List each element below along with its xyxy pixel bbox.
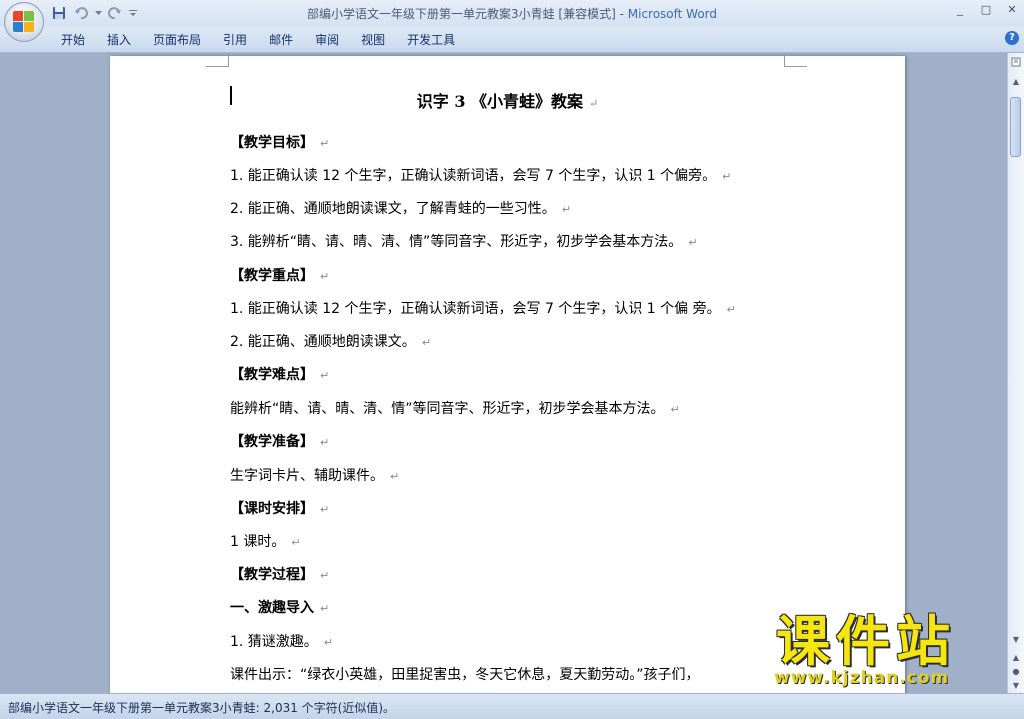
help-button[interactable]: ? [1005,31,1019,45]
tab-home[interactable]: 开始 [50,31,96,48]
paragraph-line[interactable]: 1. 能正确认读 12 个生字，正确认读新词语，会写 7 个生字，认识 1 个偏… [230,298,736,318]
window-title: 部编小学语文一年级下册第一单元教案3小青蛙 [兼容模式] - Microsoft… [0,5,1024,22]
paragraph-mark: ↵ [320,369,330,382]
document-page[interactable]: 识字 3 《小青蛙》教案 ↵ 【教学目标】 ↵ 1. 能正确认读 12 个生字，正确认… [110,53,905,693]
paragraph-mark: ↵ [320,602,330,615]
minimize-button[interactable]: _ [952,2,968,18]
paragraph-mark: ↵ [561,203,572,216]
line-text: 生字词卡片、辅助课件。 [230,468,384,484]
section-heading[interactable]: 【教学难点】 ↵ [230,364,329,384]
tab-insert[interactable]: 插入 [96,31,142,48]
paragraph-mark: ↵ [688,236,698,249]
scroll-up-button[interactable]: ▲ [1009,75,1023,89]
line-text: 能辨析“睛、请、晴、清、情”等同音字、形近字，初步学会基本方法。 [230,401,665,417]
paragraph-mark: ↵ [726,303,736,316]
section-heading[interactable]: 一、激趣导入 ↵ [230,597,329,617]
window-controls: _ □ ✕ [952,2,1020,18]
ribbon-tabs: 开始 插入 页面布局 引用 邮件 审阅 视图 开发工具 [50,31,466,48]
tab-mailings[interactable]: 邮件 [258,31,304,48]
paragraph-mark: ↵ [320,569,330,582]
scrollbar-thumb[interactable] [1010,97,1021,157]
paragraph-mark: ↵ [390,470,400,483]
line-text: 【教学重点】 [230,268,314,284]
paragraph-line[interactable]: 生字词卡片、辅助课件。 ↵ [230,465,399,485]
watermark-url: www.kjzhan.com [774,668,950,688]
paragraph-mark: ↵ [722,170,732,183]
watermark-main-text: 课件站 [776,610,956,673]
ribbon-tabs-bar: 开始 插入 页面布局 引用 邮件 审阅 视图 开发工具 ? [0,26,1024,53]
crop-mark-right [784,53,807,67]
tab-page-layout[interactable]: 页面布局 [142,31,212,48]
line-text: 1. 能正确认读 12 个生字，正确认读新词语，会写 7 个生字，认识 1 个偏… [230,301,721,317]
line-text: 【教学过程】 [230,567,314,583]
title-bar: 部编小学语文一年级下册第一单元教案3小青蛙 [兼容模式] - Microsoft… [0,0,1024,26]
section-heading[interactable]: 【课时安排】 ↵ [230,498,329,518]
document-workspace: 识字 3 《小青蛙》教案 ↵ 【教学目标】 ↵ 1. 能正确认读 12 个生字，正确认… [0,53,1007,693]
line-text: 1. 能正确认读 12 个生字，正确认读新词语，会写 7 个生字，认识 1 个偏… [230,168,717,184]
line-text: 2. 能正确、通顺地朗读课文。 [230,334,416,350]
paragraph-mark: ↵ [589,97,599,110]
line-text: 【教学难点】 [230,367,314,383]
line-text: 1 课时。 [230,534,286,550]
paragraph-line[interactable]: 1 课时。 ↵ [230,531,301,551]
paragraph-mark: ↵ [320,436,330,449]
line-text: 一、激趣导入 [230,600,314,616]
tab-references[interactable]: 引用 [212,31,258,48]
document-title-text: 识字 3 《小青蛙》教案 [416,92,584,111]
ruler-toggle-button[interactable] [1009,57,1023,71]
paragraph-line[interactable]: 课件出示：“绿衣小英雄，田里捉害虫，冬天它休息，夏天勤劳动。”孩子们， [230,664,700,684]
paragraph-mark: ↵ [320,137,330,150]
crop-mark-left [206,53,229,67]
app-name: Microsoft Word [627,7,718,21]
office-button[interactable] [4,2,44,42]
line-text: 【课时安排】 [230,501,314,517]
line-text: 1. 猜谜激趣。 [230,634,318,650]
paragraph-mark: ↵ [323,636,334,649]
tab-view[interactable]: 视图 [350,31,396,48]
line-text: 【教学目标】 [230,135,314,151]
paragraph-mark: ↵ [320,270,330,283]
paragraph-line[interactable]: 1. 能正确认读 12 个生字，正确认读新词语，会写 7 个生字，认识 1 个偏… [230,165,731,185]
line-text: 课件出示：“绿衣小英雄，田里捉害虫，冬天它休息，夏天勤劳动。”孩子们， [230,667,700,683]
restore-button[interactable]: □ [978,2,994,18]
paragraph-line[interactable]: 2. 能正确、通顺地朗读课文。 ↵ [230,331,431,351]
vertical-scrollbar[interactable]: ▲ ▼ ▲ ● ▼ [1007,53,1024,693]
paragraph-mark: ↵ [421,336,432,349]
watermark-logo: 课件站 www.kjzhan.com [770,612,1020,692]
section-heading[interactable]: 【教学重点】 ↵ [230,265,329,285]
paragraph-line[interactable]: 3. 能辨析“睛、请、晴、清、情”等同音字、形近字，初步学会基本方法。 ↵ [230,231,698,251]
tab-developer[interactable]: 开发工具 [396,31,466,48]
line-text: 2. 能正确、通顺地朗读课文，了解青蛙的一些习性。 [230,201,556,217]
line-text: 3. 能辨析“睛、请、晴、清、情”等同音字、形近字，初步学会基本方法。 [230,234,683,250]
line-text: 【教学准备】 [230,434,314,450]
paragraph-mark: ↵ [670,403,680,416]
paragraph-mark: ↵ [320,503,330,516]
document-name: 部编小学语文一年级下册第一单元教案3小青蛙 [兼容模式] [306,7,616,21]
status-text: 部编小学语文一年级下册第一单元教案3小青蛙: 2,031 个字符(近似值)。 [8,701,396,715]
status-bar: 部编小学语文一年级下册第一单元教案3小青蛙: 2,031 个字符(近似值)。 [0,693,1024,719]
section-heading[interactable]: 【教学准备】 ↵ [230,431,329,451]
office-logo-icon [13,11,35,33]
tab-review[interactable]: 审阅 [304,31,350,48]
ruler-icon [1011,57,1021,67]
document-title[interactable]: 识字 3 《小青蛙》教案 ↵ [110,88,905,112]
paragraph-line[interactable]: 1. 猜谜激趣。 ↵ [230,631,333,651]
section-heading[interactable]: 【教学过程】 ↵ [230,564,329,584]
title-separator: - [615,7,628,21]
section-heading[interactable]: 【教学目标】 ↵ [230,132,329,152]
paragraph-mark: ↵ [291,536,301,549]
close-button[interactable]: ✕ [1004,2,1020,18]
paragraph-line[interactable]: 2. 能正确、通顺地朗读课文，了解青蛙的一些习性。 ↵ [230,198,571,218]
paragraph-line[interactable]: 能辨析“睛、请、晴、清、情”等同音字、形近字，初步学会基本方法。 ↵ [230,398,680,418]
